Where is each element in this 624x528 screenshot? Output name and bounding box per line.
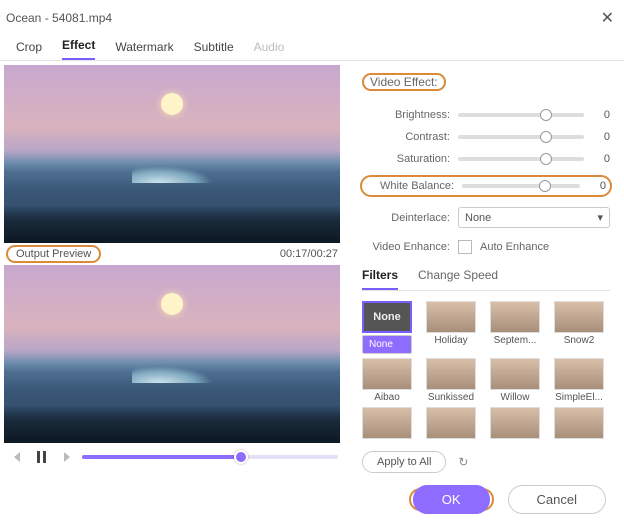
contrast-value: 0	[592, 131, 610, 143]
filter-thumb-10[interactable]	[490, 407, 540, 439]
filter-label: None	[362, 335, 412, 354]
auto-enhance-label: Auto Enhance	[480, 241, 549, 253]
filter-thumb-Septem...[interactable]	[490, 301, 540, 333]
video-effect-heading: Video Effect:	[362, 73, 446, 91]
filter-label: SimpleEl...	[554, 392, 604, 403]
filter-thumb-Willow[interactable]	[490, 358, 540, 390]
contrast-slider[interactable]	[458, 135, 584, 139]
deinterlace-value: None	[465, 212, 491, 224]
filter-thumb-Snow2[interactable]	[554, 301, 604, 333]
tab-effect[interactable]: Effect	[62, 38, 95, 60]
white-balance-label: White Balance:	[366, 180, 454, 192]
video-enhance-label: Video Enhance:	[362, 241, 450, 253]
subtab-filters[interactable]: Filters	[362, 268, 398, 290]
tab-audio: Audio	[254, 40, 285, 60]
playback-slider[interactable]	[82, 455, 338, 459]
prev-frame-icon[interactable]	[10, 449, 26, 465]
output-preview-label: Output Preview	[6, 245, 101, 263]
close-icon[interactable]: ✕	[601, 8, 614, 28]
filter-thumb-Aibao[interactable]	[362, 358, 412, 390]
time-display: 00:17/00:27	[280, 248, 338, 260]
apply-to-all-button[interactable]: Apply to All	[362, 451, 446, 473]
filter-thumb-11[interactable]	[554, 407, 604, 439]
filter-label: Sunkissed	[426, 392, 476, 403]
window-title: Ocean - 54081.mp4	[6, 11, 112, 25]
filter-grid: None None Holiday Septem... Snow2 Aibao Sunkis…	[362, 301, 610, 441]
cancel-button[interactable]: Cancel	[508, 485, 606, 514]
filter-label: Willow	[490, 392, 540, 403]
tab-bar: Crop Effect Watermark Subtitle Audio	[0, 34, 624, 61]
filter-thumb-Sunkissed[interactable]	[426, 358, 476, 390]
brightness-label: Brightness:	[362, 109, 450, 121]
contrast-label: Contrast:	[362, 131, 450, 143]
filter-label: Aibao	[362, 392, 412, 403]
filter-thumb-8[interactable]	[362, 407, 412, 439]
preview-original	[4, 65, 340, 243]
filter-thumb-None[interactable]: None	[362, 301, 412, 333]
tab-watermark[interactable]: Watermark	[115, 40, 173, 60]
filter-label: Septem...	[490, 335, 540, 346]
saturation-value: 0	[592, 153, 610, 165]
brightness-value: 0	[592, 109, 610, 121]
preview-output	[4, 265, 340, 443]
filter-label: Holiday	[426, 335, 476, 346]
refresh-icon[interactable]: ↻	[458, 455, 468, 469]
deinterlace-label: Deinterlace:	[362, 212, 450, 224]
pause-icon[interactable]	[34, 449, 50, 465]
filter-thumb-SimpleEl...[interactable]	[554, 358, 604, 390]
filter-thumb-Holiday[interactable]	[426, 301, 476, 333]
next-frame-icon[interactable]	[58, 449, 74, 465]
white-balance-slider[interactable]	[462, 184, 580, 188]
tab-crop[interactable]: Crop	[16, 40, 42, 60]
white-balance-value: 0	[588, 180, 606, 192]
chevron-down-icon: ▾	[597, 211, 603, 224]
auto-enhance-checkbox[interactable]	[458, 240, 472, 254]
subtab-change-speed[interactable]: Change Speed	[418, 268, 498, 290]
filter-label: Snow2	[554, 335, 604, 346]
deinterlace-select[interactable]: None ▾	[458, 207, 610, 228]
ok-button[interactable]: OK	[413, 485, 490, 514]
tab-subtitle[interactable]: Subtitle	[194, 40, 234, 60]
saturation-slider[interactable]	[458, 157, 584, 161]
brightness-slider[interactable]	[458, 113, 584, 117]
saturation-label: Saturation:	[362, 153, 450, 165]
filter-thumb-9[interactable]	[426, 407, 476, 439]
